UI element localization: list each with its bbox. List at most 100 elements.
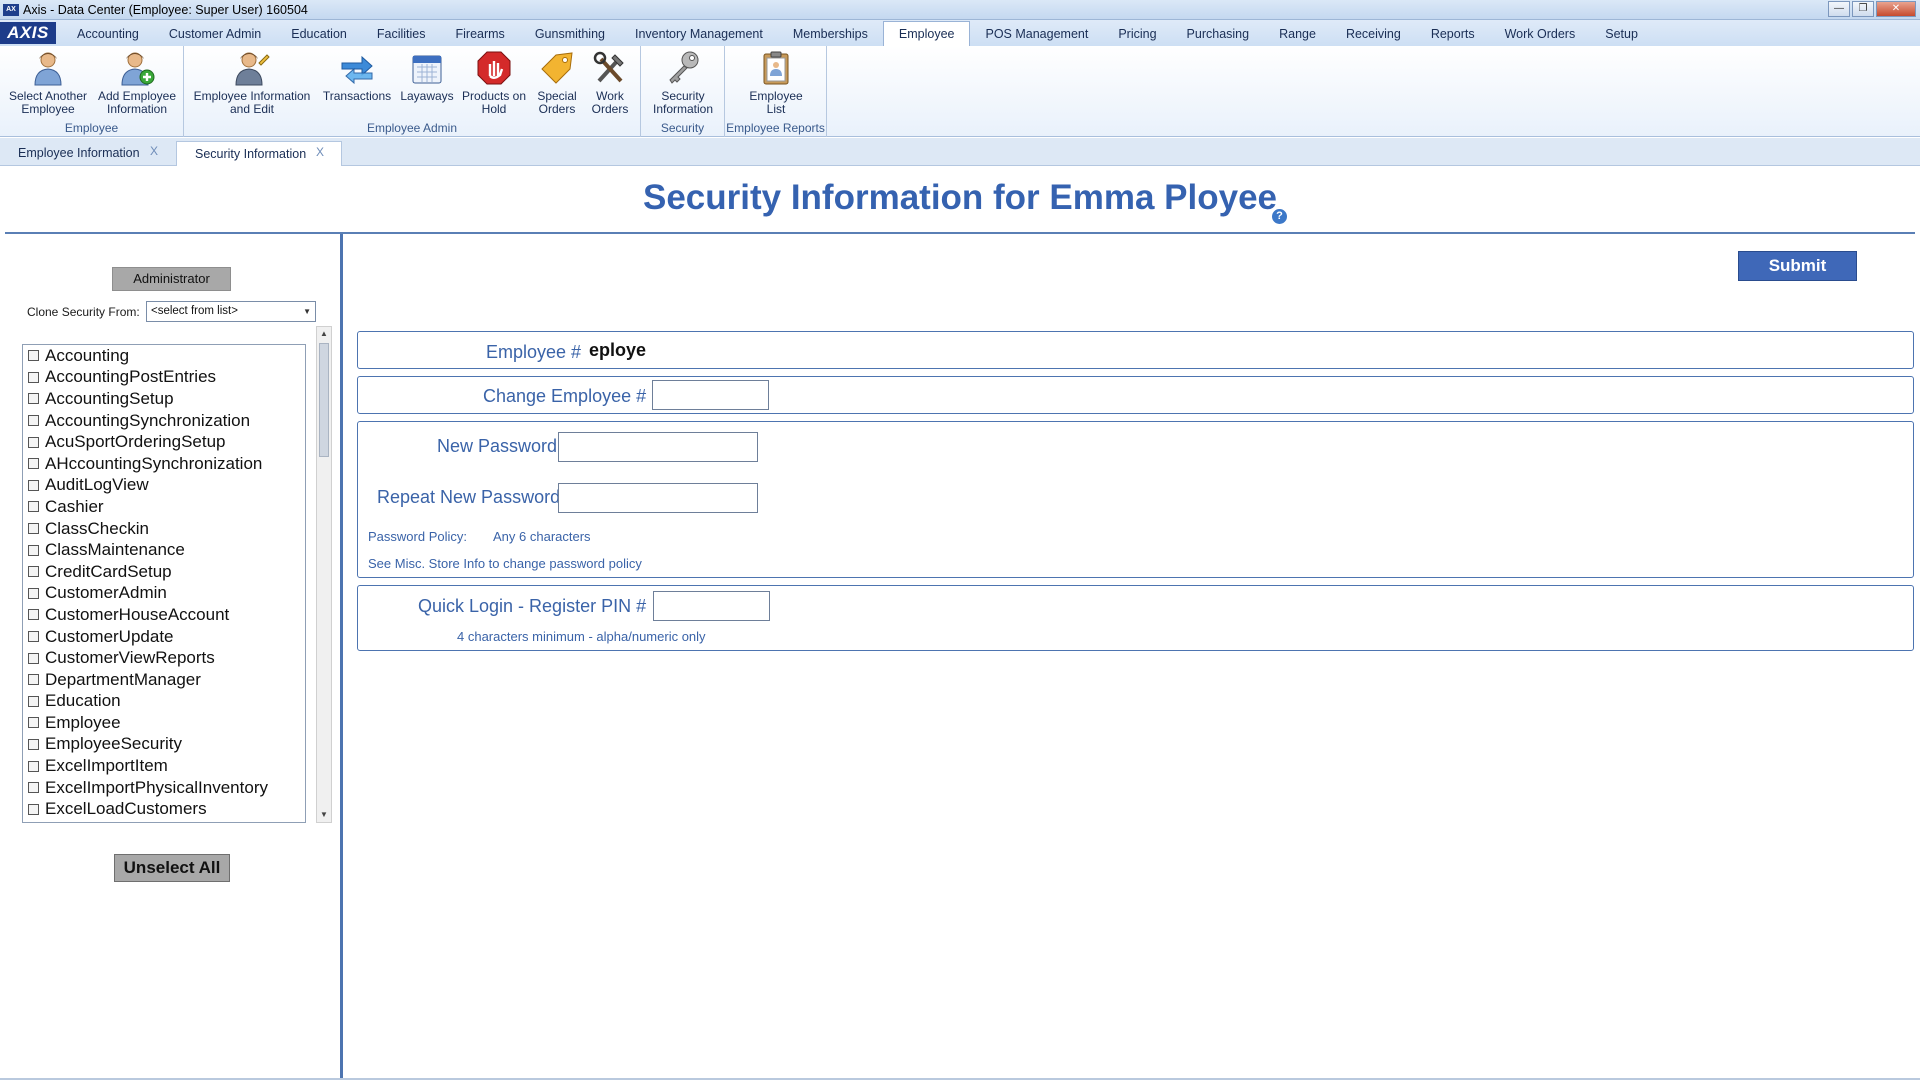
menu-tab-facilities[interactable]: Facilities: [362, 22, 441, 46]
permission-item[interactable]: EmployeeSecurity: [23, 734, 305, 756]
permission-checkbox[interactable]: [28, 760, 39, 772]
menu-tab-education[interactable]: Education: [276, 22, 362, 46]
permission-checkbox[interactable]: [28, 523, 39, 535]
permission-item[interactable]: CustomerViewReports: [23, 647, 305, 669]
new-password-label: New Password: [437, 436, 558, 456]
products-on-hold-button[interactable]: Products on Hold: [460, 49, 528, 116]
permission-checkbox[interactable]: [28, 631, 39, 643]
permission-label: ClassCheckin: [45, 518, 149, 538]
permission-item[interactable]: Accounting: [23, 345, 305, 367]
permission-checkbox[interactable]: [28, 803, 39, 815]
new-password-input[interactable]: [558, 432, 758, 462]
submit-button[interactable]: Submit: [1738, 251, 1857, 281]
permission-item[interactable]: AccountingSynchronization: [23, 410, 305, 432]
permission-item[interactable]: DepartmentManager: [23, 669, 305, 691]
employee-information-edit-button[interactable]: Employee Information and Edit: [191, 49, 313, 116]
ribbon-group-label: Employee Admin: [366, 121, 458, 135]
permission-checkbox[interactable]: [28, 436, 39, 448]
close-tab-icon[interactable]: X: [316, 140, 324, 164]
permission-checkbox[interactable]: [28, 458, 39, 470]
menu-tab-receiving[interactable]: Receiving: [1331, 22, 1416, 46]
permission-item[interactable]: Employee: [23, 712, 305, 734]
permission-checkbox[interactable]: [28, 587, 39, 599]
permission-checkbox[interactable]: [28, 371, 39, 383]
permission-checkbox[interactable]: [28, 695, 39, 707]
permission-item[interactable]: ExcelImportPhysicalInventory: [23, 777, 305, 799]
change-employee-input[interactable]: [652, 380, 769, 410]
title-bar: AX Axis - Data Center (Employee: Super U…: [0, 0, 1920, 20]
menu-tab-reports[interactable]: Reports: [1416, 22, 1490, 46]
add-employee-information-button[interactable]: Add Employee Information: [94, 49, 180, 116]
permission-checkbox[interactable]: [28, 544, 39, 556]
menu-tab-memberships[interactable]: Memberships: [778, 22, 883, 46]
permission-item[interactable]: ClassCheckin: [23, 518, 305, 540]
permission-checkbox[interactable]: [28, 350, 39, 362]
menu-tab-range[interactable]: Range: [1264, 22, 1331, 46]
administrator-button[interactable]: Administrator: [112, 267, 231, 291]
menu-tab-inventory-management[interactable]: Inventory Management: [620, 22, 778, 46]
permission-item[interactable]: ExcelImportItem: [23, 755, 305, 777]
menu-tab-pos-management[interactable]: POS Management: [970, 22, 1103, 46]
permission-item[interactable]: AccountingSetup: [23, 388, 305, 410]
permission-checkbox[interactable]: [28, 738, 39, 750]
employee-list-button[interactable]: Employee List: [735, 49, 817, 116]
clone-security-value: <select from list>: [151, 305, 238, 317]
menu-tab-accounting[interactable]: Accounting: [62, 22, 154, 46]
permission-item[interactable]: AHccountingSynchronization: [23, 453, 305, 475]
permission-item[interactable]: AcuSportOrderingSetup: [23, 431, 305, 453]
restore-icon[interactable]: ❐: [1852, 1, 1874, 17]
repeat-password-input[interactable]: [558, 483, 758, 513]
permission-checkbox[interactable]: [28, 609, 39, 621]
permission-item[interactable]: CustomerUpdate: [23, 626, 305, 648]
axis-logo: AXIS: [0, 22, 56, 44]
permission-checkbox[interactable]: [28, 479, 39, 491]
clone-security-select[interactable]: <select from list> ▼: [146, 301, 316, 322]
menu-tab-firearms[interactable]: Firearms: [441, 22, 520, 46]
ribbon-group-label: Employee Reports: [726, 121, 825, 135]
menu-tab-customer-admin[interactable]: Customer Admin: [154, 22, 276, 46]
menu-tab-work-orders[interactable]: Work Orders: [1490, 22, 1591, 46]
menu-tab-setup[interactable]: Setup: [1590, 22, 1653, 46]
permission-checkbox[interactable]: [28, 415, 39, 427]
menu-tab-purchasing[interactable]: Purchasing: [1172, 22, 1265, 46]
password-policy-note: See Misc. Store Info to change password …: [368, 556, 642, 571]
permission-item[interactable]: AuditLogView: [23, 475, 305, 497]
permission-item[interactable]: CustomerHouseAccount: [23, 604, 305, 626]
permission-item[interactable]: ExcelLoadCustomers: [23, 798, 305, 820]
menu-tab-pricing[interactable]: Pricing: [1103, 22, 1171, 46]
permission-item[interactable]: Education: [23, 691, 305, 713]
menu-tab-employee[interactable]: Employee: [882, 21, 971, 46]
permission-item[interactable]: Cashier: [23, 496, 305, 518]
permission-checkbox[interactable]: [28, 717, 39, 729]
tab-security-information[interactable]: Security Information X: [176, 141, 342, 166]
quick-login-pin-input[interactable]: [653, 591, 770, 621]
repeat-password-label: Repeat New Password: [377, 487, 561, 507]
scroll-thumb[interactable]: [319, 343, 329, 457]
menu-tab-gunsmithing[interactable]: Gunsmithing: [520, 22, 620, 46]
scroll-up-icon[interactable]: ▲: [317, 327, 331, 341]
permission-checkbox[interactable]: [28, 393, 39, 405]
security-information-button[interactable]: Security Information: [644, 49, 722, 116]
permission-item[interactable]: CustomerAdmin: [23, 583, 305, 605]
work-orders-button[interactable]: Work Orders: [585, 49, 635, 116]
transactions-button[interactable]: Transactions: [320, 49, 394, 103]
help-icon[interactable]: ?: [1272, 209, 1287, 224]
unselect-all-button[interactable]: Unselect All: [114, 854, 230, 882]
permission-item[interactable]: AccountingPostEntries: [23, 367, 305, 389]
special-orders-button[interactable]: Special Orders: [532, 49, 582, 116]
layaways-button[interactable]: Layaways: [398, 49, 456, 103]
permission-checkbox[interactable]: [28, 782, 39, 794]
scroll-down-icon[interactable]: ▼: [317, 808, 331, 822]
minimize-icon[interactable]: —: [1828, 1, 1850, 17]
tab-employee-information[interactable]: Employee Information X: [0, 141, 175, 166]
close-icon[interactable]: ✕: [1876, 1, 1916, 17]
permissions-scrollbar[interactable]: ▲ ▼: [316, 326, 332, 823]
permission-checkbox[interactable]: [28, 652, 39, 664]
permission-checkbox[interactable]: [28, 501, 39, 513]
select-another-employee-button[interactable]: Select Another Employee: [6, 49, 90, 116]
permission-item[interactable]: ClassMaintenance: [23, 539, 305, 561]
permission-checkbox[interactable]: [28, 566, 39, 578]
close-tab-icon[interactable]: X: [150, 139, 158, 163]
permission-item[interactable]: CreditCardSetup: [23, 561, 305, 583]
permission-checkbox[interactable]: [28, 674, 39, 686]
